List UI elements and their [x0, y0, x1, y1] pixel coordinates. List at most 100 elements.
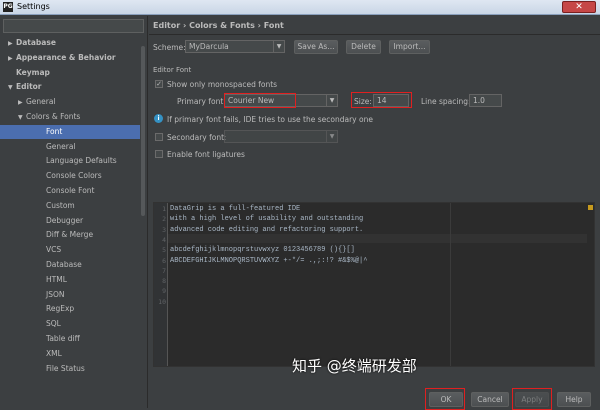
sidebar-item-label: SQL: [46, 319, 61, 329]
line-number: 7: [162, 266, 166, 275]
chevron-right-icon: ▶: [8, 40, 13, 47]
font-ligatures-label: Enable font ligatures: [167, 150, 245, 159]
code-line: ABCDEFGHIJKLMNOPQRSTUVWXYZ +-*/= .,;:!? …: [170, 256, 368, 265]
secondary-font-label: Secondary font:: [167, 133, 227, 142]
sidebar-item-label: Font: [46, 126, 63, 136]
sidebar-item[interactable]: Language Defaults: [0, 154, 146, 168]
line-number: 10: [158, 297, 166, 306]
sidebar-item[interactable]: Table diff: [0, 332, 146, 346]
app-icon: PG: [3, 2, 13, 12]
sidebar-item[interactable]: ▼ Colors & Fonts: [0, 110, 146, 124]
delete-button[interactable]: Delete: [346, 40, 381, 54]
primary-font-highlight: [224, 93, 296, 108]
sidebar-item-label: XML: [46, 348, 62, 358]
show-monospaced-checkbox[interactable]: ✓: [155, 80, 163, 88]
secondary-font-checkbox[interactable]: [155, 133, 163, 141]
line-spacing-input[interactable]: 1.0: [469, 94, 502, 107]
sidebar-item-label: General: [26, 97, 56, 107]
primary-font-label: Primary font:: [177, 97, 226, 106]
sidebar-item-label: Custom: [46, 200, 75, 210]
settings-search-input[interactable]: [3, 19, 144, 33]
right-margin-guide: [450, 203, 451, 366]
chevron-right-icon: ▶: [18, 99, 23, 107]
sidebar-item-label: Appearance & Behavior: [16, 52, 116, 62]
sidebar-item-label: Language Defaults: [46, 156, 117, 166]
sidebar-item-label: Database: [46, 260, 82, 269]
close-button[interactable]: ✕: [562, 1, 596, 13]
font-preview-editor[interactable]: 1 2 3 4 5 6 7 8 9 10 DataGrip is a full-featured …: [153, 202, 595, 367]
import-button[interactable]: Import...: [389, 40, 430, 54]
secondary-font-select[interactable]: ▼: [224, 130, 338, 143]
editor-scrollbar[interactable]: [587, 203, 594, 366]
line-number: 1: [162, 205, 166, 213]
font-ligatures-checkbox[interactable]: [155, 150, 163, 158]
sidebar-scrollbar[interactable]: [140, 36, 146, 396]
watermark-text: 知乎 @终端研发部: [292, 357, 417, 375]
cancel-button[interactable]: Cancel: [471, 392, 509, 407]
sidebar-item[interactable]: Font: [0, 124, 146, 139]
chevron-down-icon: ▼: [18, 114, 23, 121]
settings-window: PG Settings ✕ ▶ Database ▶ Appearance & Beh…: [0, 0, 600, 410]
sidebar-item-label: RegExp: [46, 304, 75, 314]
sidebar-item-label: Debugger: [46, 215, 84, 225]
chevron-down-icon: ▼: [326, 95, 337, 106]
code-line: advanced code editing and refactoring su…: [170, 225, 364, 234]
chevron-down-icon: ▼: [326, 131, 337, 142]
sidebar-item[interactable]: Custom: [0, 199, 146, 213]
sidebar-item[interactable]: ▼ Editor: [0, 80, 146, 94]
info-icon: i: [154, 114, 163, 123]
sidebar-item-label: Console Colors: [46, 171, 102, 181]
sidebar-item[interactable]: VCS: [0, 243, 146, 257]
line-number: 9: [162, 287, 166, 296]
sidebar-item-label: VCS: [46, 245, 62, 255]
sidebar-item[interactable]: SQL: [0, 317, 146, 331]
sidebar-item[interactable]: ▶ Database: [0, 36, 146, 50]
sidebar-item-label: File Status: [46, 363, 85, 373]
window-title: Settings: [17, 2, 50, 11]
sidebar-item-label: Table diff: [46, 334, 80, 343]
sidebar-item[interactable]: Debugger: [0, 214, 146, 228]
chevron-down-icon: ▼: [8, 84, 13, 92]
scheme-select[interactable]: MyDarcula ▼: [185, 40, 285, 53]
show-monospaced-label: Show only monospaced fonts: [167, 80, 278, 89]
ok-highlight: [425, 388, 465, 410]
title-bar: PG Settings ✕: [0, 0, 600, 15]
chevron-right-icon: ▶: [8, 54, 13, 62]
sidebar-item[interactable]: RegExp: [0, 302, 146, 316]
sidebar-item[interactable]: HTML: [0, 273, 146, 287]
dialog-footer: OK Cancel Apply Help: [149, 374, 600, 410]
caret-line: [168, 234, 588, 243]
sidebar-item[interactable]: Console Font: [0, 184, 146, 198]
sidebar-item[interactable]: Keymap: [0, 66, 146, 80]
line-spacing-label: Line spacing:: [421, 97, 471, 106]
sidebar-item[interactable]: Console Colors: [0, 169, 146, 183]
line-number-gutter: 1 2 3 4 5 6 7 8 9 10: [154, 203, 168, 366]
sidebar-item[interactable]: ▶ General: [0, 95, 146, 109]
sidebar-item-label: General: [46, 141, 76, 151]
sidebar-item[interactable]: Diff & Merge: [0, 228, 146, 242]
save-as-button[interactable]: Save As...: [294, 40, 338, 54]
error-stripe-marker: [588, 205, 593, 210]
code-line: DataGrip is a full-featured IDE: [170, 205, 301, 213]
sidebar-item[interactable]: XML: [0, 347, 146, 361]
help-button[interactable]: Help: [557, 392, 591, 407]
code-line: abcdefghijklmnopqrstuvwxyz 0123456789 ()…: [170, 246, 355, 255]
sidebar-item[interactable]: General: [0, 140, 146, 154]
sidebar-item[interactable]: ▶ Appearance & Behavior: [0, 51, 146, 65]
sidebar-item-label: Database: [16, 38, 56, 47]
settings-content: Editor › Colors & Fonts › Font Scheme: M…: [149, 16, 600, 410]
header-divider: [149, 34, 600, 35]
line-number: 5: [162, 246, 166, 255]
chevron-down-icon: ▼: [273, 41, 284, 52]
code-line: with a high level of usability and outst…: [170, 215, 364, 224]
sidebar-item[interactable]: File Status: [0, 362, 146, 376]
apply-highlight: [512, 388, 552, 410]
settings-sidebar: ▶ Database ▶ Appearance & Behavior Keymap ▼ Ed…: [0, 16, 148, 408]
editor-font-section-title: Editor Font: [153, 66, 192, 74]
sidebar-scrollbar-thumb[interactable]: [141, 46, 145, 216]
line-number: 4: [162, 235, 166, 244]
sidebar-item-label: HTML: [46, 274, 67, 284]
sidebar-item[interactable]: JSON: [0, 288, 146, 302]
sidebar-item-label: JSON: [46, 289, 65, 299]
sidebar-item[interactable]: Database: [0, 258, 146, 272]
